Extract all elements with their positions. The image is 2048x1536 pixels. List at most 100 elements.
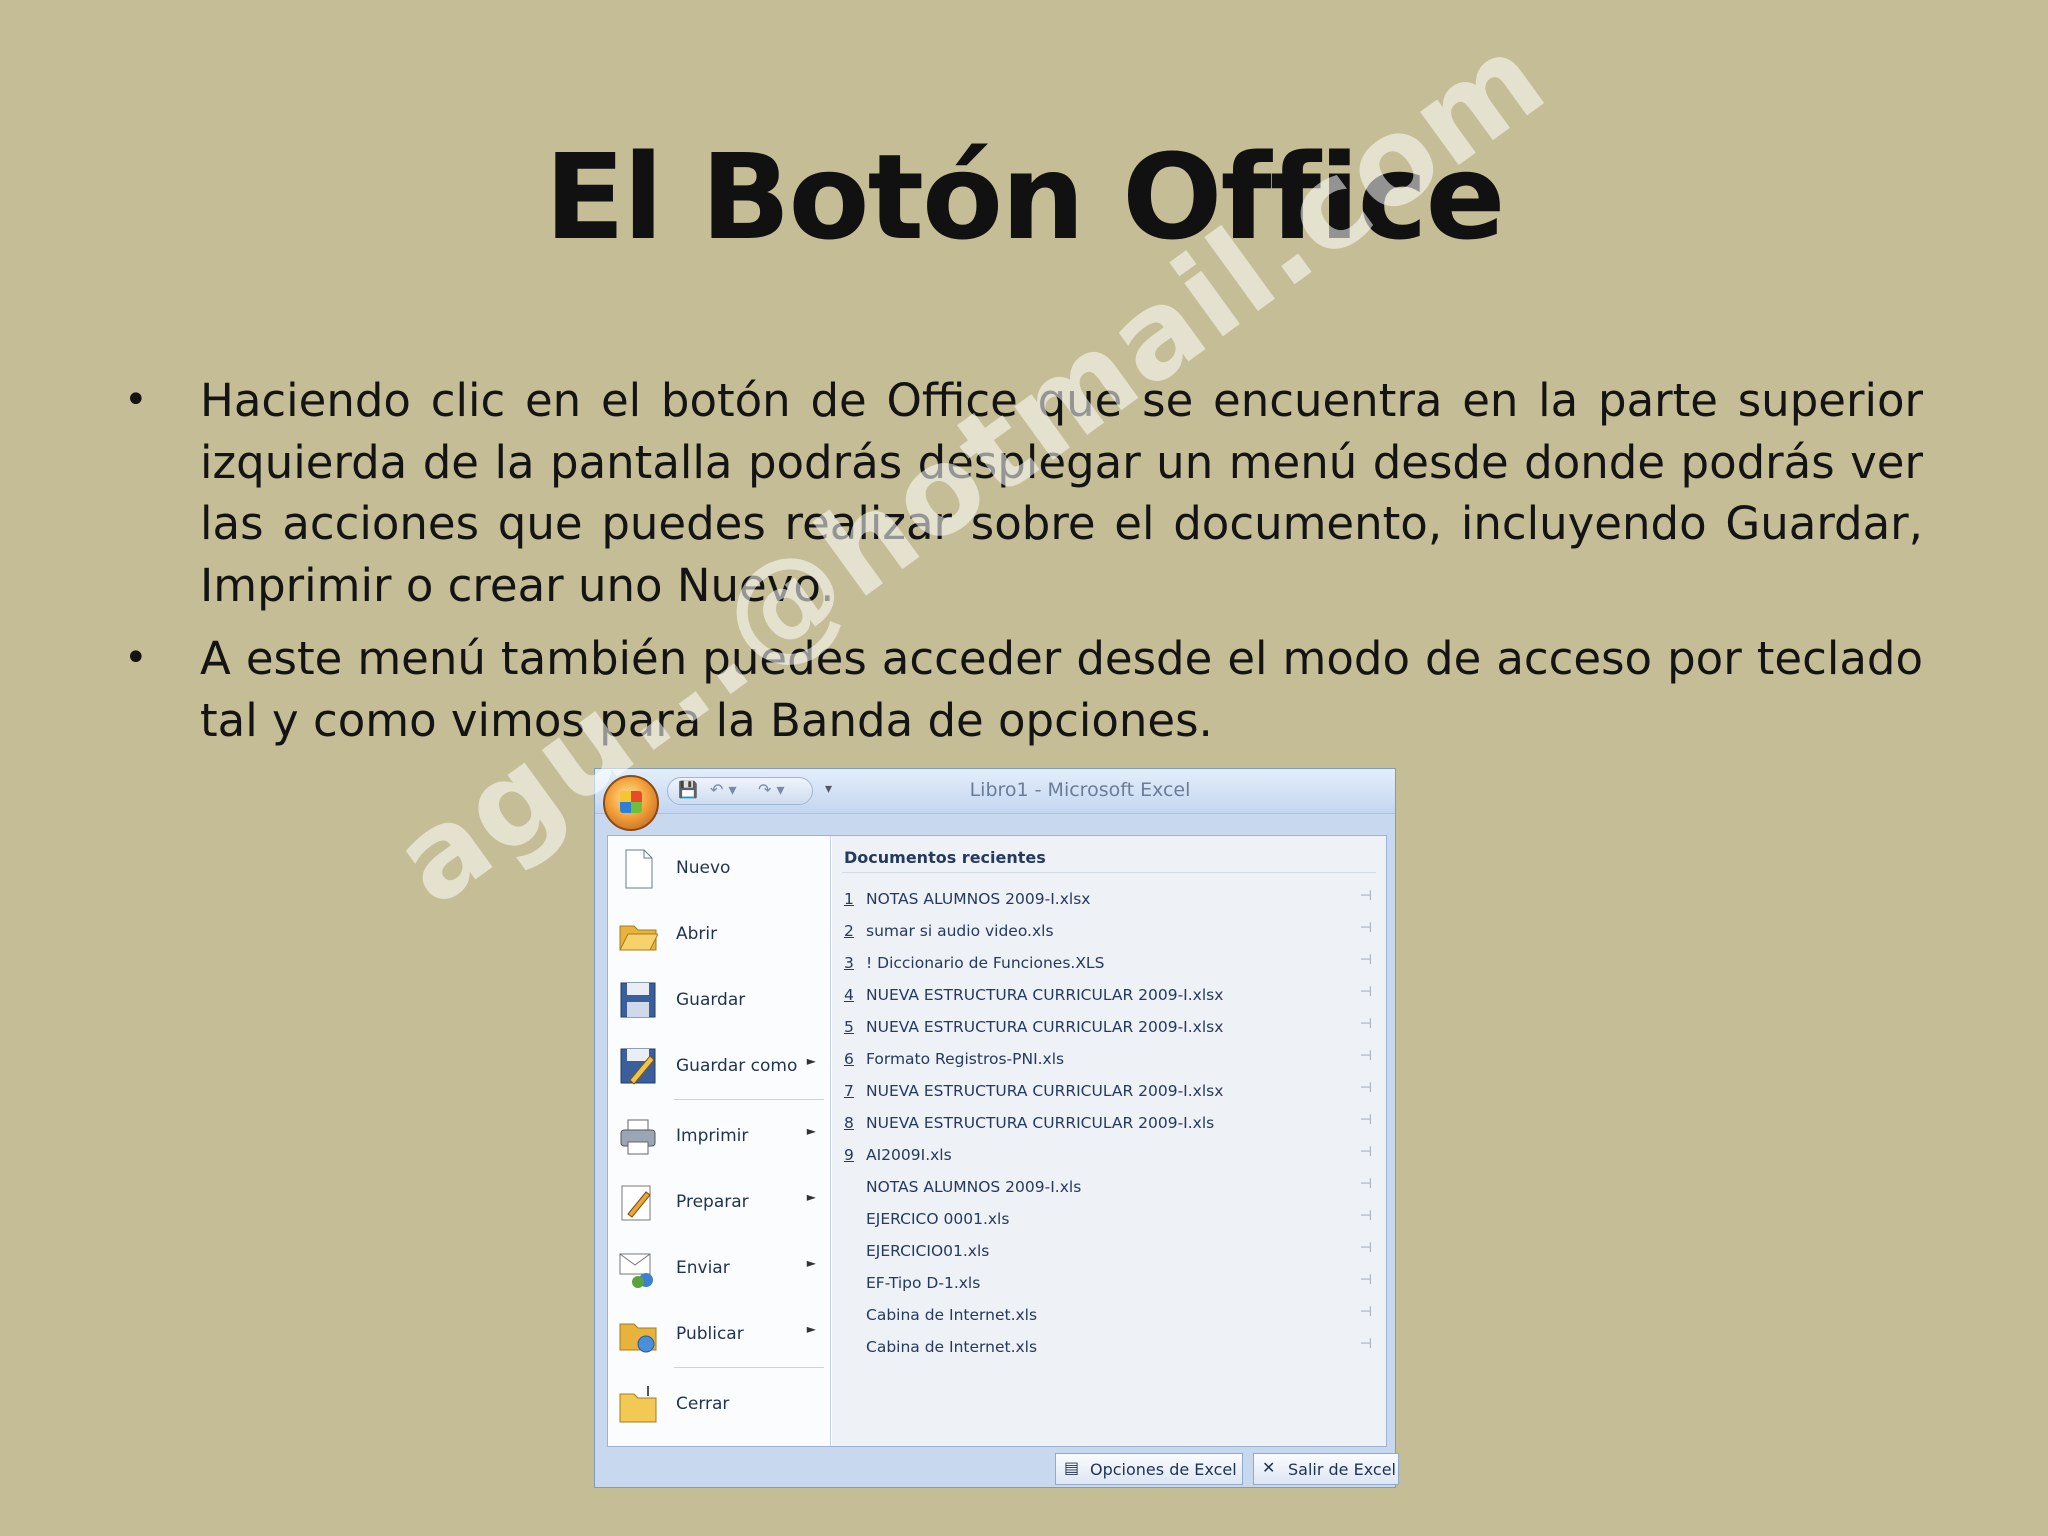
recent-document-item[interactable]: 1 NOTAS ALUMNOS 2009-I.xlsx ⊣ [844,884,1376,916]
menu-item-label: Enviar [676,1258,730,1278]
recent-document-item[interactable]: 2 sumar si audio video.xls ⊣ [844,916,1376,948]
pin-icon[interactable]: ⊣ [1360,1240,1372,1256]
menu-item-guardar[interactable]: Guardar [608,970,830,1030]
divider [842,872,1376,873]
recent-document-item[interactable]: EJERCICO 0001.xls ⊣ [844,1204,1376,1236]
pin-icon[interactable]: ⊣ [1360,920,1372,936]
menu-separator [674,1099,824,1100]
pin-icon[interactable]: ⊣ [1360,1208,1372,1224]
recent-document-name: NOTAS ALUMNOS 2009-I.xlsx [866,890,1091,908]
menu-item-abrir[interactable]: Abrir [608,904,830,964]
submenu-arrow-icon: ► [806,1124,816,1138]
recent-document-number: 1 [844,890,854,908]
recent-document-name: NUEVA ESTRUCTURA CURRICULAR 2009-I.xls [866,1114,1215,1132]
menu-item-label: Preparar [676,1192,749,1212]
save-disk-icon [618,978,658,1022]
close-icon: ✕ [1262,1458,1276,1477]
slide-title: El Botón Office [544,128,1505,266]
bullet-item: • Haciendo clic en el botón de Office qu… [118,370,1923,616]
menu-footer: ▤ Opciones de Excel ✕ Salir de Excel [607,1449,1399,1485]
recent-document-number: 8 [844,1114,854,1132]
recent-document-name: AI2009I.xls [866,1146,952,1164]
menu-item-guardar-como[interactable]: Guardar como ► [608,1036,830,1096]
open-folder-icon [618,912,659,956]
recent-document-name: EF-Tipo D-1.xls [866,1274,981,1292]
recent-document-item[interactable]: 9 AI2009I.xls ⊣ [844,1140,1376,1172]
recent-document-name: NOTAS ALUMNOS 2009-I.xls [866,1178,1082,1196]
menu-item-label: Publicar [676,1324,744,1344]
recent-document-number: 3 [844,954,854,972]
exit-excel-button[interactable]: ✕ Salir de Excel [1253,1453,1399,1485]
recent-document-number: 2 [844,922,854,940]
recent-document-item[interactable]: 3 ! Diccionario de Funciones.XLS ⊣ [844,948,1376,980]
pin-icon[interactable]: ⊣ [1360,1144,1372,1160]
recent-document-name: EJERCICIO01.xls [866,1242,990,1260]
submenu-arrow-icon: ► [806,1322,816,1336]
office-menu: Nuevo Abrir Guardar Guardar como ► Impri… [607,835,1387,1447]
menu-item-publicar[interactable]: Publicar ► [608,1304,830,1364]
recent-document-number: 7 [844,1082,854,1100]
recent-document-number: 6 [844,1050,854,1068]
window-title: Libro1 - Microsoft Excel [969,779,1191,801]
recent-document-name: EJERCICO 0001.xls [866,1210,1010,1228]
pin-icon[interactable]: ⊣ [1360,1048,1372,1064]
recent-document-name: NUEVA ESTRUCTURA CURRICULAR 2009-I.xlsx [866,1018,1224,1036]
submenu-arrow-icon: ► [806,1190,816,1204]
recent-document-item[interactable]: EF-Tipo D-1.xls ⊣ [844,1268,1376,1300]
pin-icon[interactable]: ⊣ [1360,1304,1372,1320]
bullet-marker: • [124,377,148,423]
pin-icon[interactable]: ⊣ [1360,888,1372,904]
pin-icon[interactable]: ⊣ [1360,952,1372,968]
menu-item-nuevo[interactable]: Nuevo [608,838,830,898]
close-folder-icon [618,1382,658,1426]
recent-document-item[interactable]: 4 NUEVA ESTRUCTURA CURRICULAR 2009-I.xlsx… [844,980,1376,1012]
recent-document-name: NUEVA ESTRUCTURA CURRICULAR 2009-I.xlsx [866,1082,1224,1100]
title-bar: 💾 ↶ ▾ ↷ ▾ ▾ Libro1 - Microsoft Excel [595,769,1395,814]
excel-options-label: Opciones de Excel [1090,1460,1237,1479]
office-button[interactable] [603,775,659,831]
menu-item-cerrar[interactable]: Cerrar [608,1374,830,1434]
recent-document-item[interactable]: 7 NUEVA ESTRUCTURA CURRICULAR 2009-I.xlsx… [844,1076,1376,1108]
menu-commands: Nuevo Abrir Guardar Guardar como ► Impri… [608,836,831,1446]
save-as-icon [618,1044,658,1088]
submenu-arrow-icon: ► [806,1256,816,1270]
menu-separator [674,1367,824,1368]
publish-icon [618,1312,658,1356]
recent-document-number: 4 [844,986,854,1004]
excel-window-screenshot: 💾 ↶ ▾ ↷ ▾ ▾ Libro1 - Microsoft Excel Nue… [594,768,1399,1488]
recent-document-item[interactable]: Cabina de Internet.xls ⊣ [844,1332,1376,1364]
recent-document-item[interactable]: NOTAS ALUMNOS 2009-I.xls ⊣ [844,1172,1376,1204]
recent-document-item[interactable]: 5 NUEVA ESTRUCTURA CURRICULAR 2009-I.xlsx… [844,1012,1376,1044]
send-icon [618,1246,658,1290]
bullet-item: • A este menú también puedes acceder des… [118,628,1923,751]
bullet-text: Haciendo clic en el botón de Office que … [200,374,1923,612]
recent-document-item[interactable]: Cabina de Internet.xls ⊣ [844,1300,1376,1332]
recent-document-name: Cabina de Internet.xls [866,1306,1038,1324]
recent-document-number: 5 [844,1018,854,1036]
recent-documents-heading: Documentos recientes [844,848,1046,867]
printer-icon [618,1114,658,1158]
menu-item-enviar[interactable]: Enviar ► [608,1238,830,1298]
bullet-text: A este menú también puedes acceder desde… [200,632,1923,747]
recent-document-name: Formato Registros-PNI.xls [866,1050,1065,1068]
menu-item-label: Guardar [676,990,746,1010]
bullet-marker: • [124,635,148,681]
pin-icon[interactable]: ⊣ [1360,1112,1372,1128]
menu-item-preparar[interactable]: Preparar ► [608,1172,830,1232]
recent-document-item[interactable]: 8 NUEVA ESTRUCTURA CURRICULAR 2009-I.xls ⊣ [844,1108,1376,1140]
pin-icon[interactable]: ⊣ [1360,1016,1372,1032]
recent-document-number: 9 [844,1146,854,1164]
bullet-list: • Haciendo clic en el botón de Office qu… [118,370,1923,763]
pin-icon[interactable]: ⊣ [1360,1080,1372,1096]
excel-options-button[interactable]: ▤ Opciones de Excel [1055,1453,1243,1485]
menu-item-imprimir[interactable]: Imprimir ► [608,1106,830,1166]
recent-document-item[interactable]: 6 Formato Registros-PNI.xls ⊣ [844,1044,1376,1076]
new-document-icon [618,846,658,890]
menu-item-label: Nuevo [676,858,731,878]
pin-icon[interactable]: ⊣ [1360,1336,1372,1352]
pin-icon[interactable]: ⊣ [1360,1272,1372,1288]
recent-document-item[interactable]: EJERCICIO01.xls ⊣ [844,1236,1376,1268]
recent-documents-panel: Documentos recientes 1 NOTAS ALUMNOS 2009… [832,836,1386,1446]
pin-icon[interactable]: ⊣ [1360,984,1372,1000]
pin-icon[interactable]: ⊣ [1360,1176,1372,1192]
